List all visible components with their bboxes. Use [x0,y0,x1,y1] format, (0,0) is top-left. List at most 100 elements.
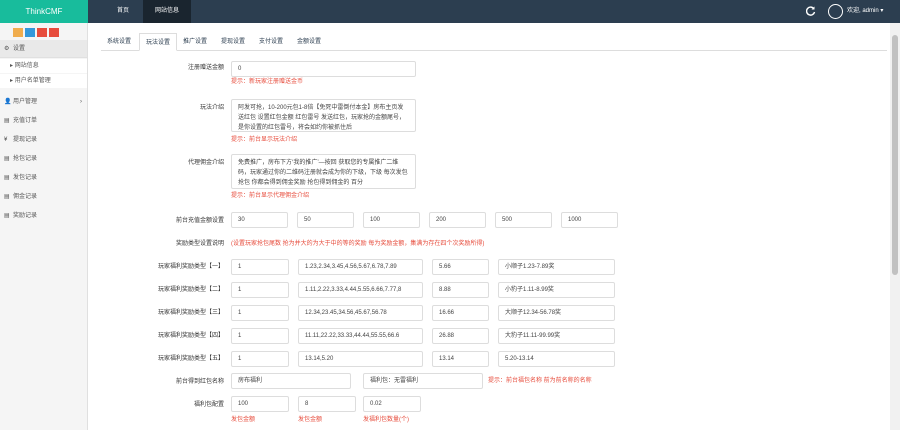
recharge-amount-input-3[interactable]: 200 [429,212,486,228]
recharge-amount-input-5[interactable]: 1000 [561,212,618,228]
recharge-amount-input-1[interactable]: 50 [297,212,354,228]
label-reward-type-3: 玩家福利奖励类型【四】 [157,333,224,339]
register-bonus-input[interactable]: 0 [231,61,416,77]
reward-type-2-input-3[interactable]: 大顺子12.34-56.78奖 [498,305,615,321]
recharge-amount-input-0[interactable]: 30 [231,212,288,228]
scrollbar[interactable] [890,23,900,430]
quick-button-4[interactable] [49,28,59,37]
nav-site-info[interactable]: 网站信息 [143,0,191,23]
sidebar-subitem-user-list[interactable]: ▸ 用户名单管理 [0,74,87,88]
sidebar-item-label: 用户管理 [13,99,38,105]
sidebar-subitem-site-info[interactable]: ▸ 网站信息 [0,59,87,73]
reward-type-1-input-1[interactable]: 1.11,2.22,3.33,4.44,5.55,6.66,7.77,8 [298,282,423,298]
reward-type-0-input-2[interactable]: 5.66 [432,259,489,275]
sidebar-item-label: 设置 [13,46,26,52]
refresh-icon[interactable] [806,6,816,16]
reward-type-3-input-1[interactable]: 11.11,22.22,33.33,44.44,55.55,66.6 [298,328,423,344]
list-icon: ▤ [4,194,10,200]
reward-type-2-input-0[interactable]: 1 [231,305,289,321]
reward-type-4-input-2[interactable]: 13.14 [432,351,489,367]
sidebar-item-2[interactable]: ¥ 提现记录 [0,131,87,149]
reward-type-3-input-3[interactable]: 大豹子11.11-99.99奖 [498,328,615,344]
reward-type-4-input-3[interactable]: 5.20-13.14 [498,351,615,367]
reward-type-0-input-0[interactable]: 1 [231,259,289,275]
yen-icon: ¥ [4,137,8,143]
label-reward-desc: 奖励类型设置说明 [175,241,224,247]
sidebar-item-5[interactable]: ▤ 佣金记录 [0,188,87,206]
recharge-amount-input-2[interactable]: 100 [363,212,420,228]
label-reward-type-1: 玩家福利奖励类型【二】 [157,287,224,293]
user-icon: 👤 [4,99,12,105]
hint-play-intro: 提示：前台显示玩法介绍 [231,137,298,143]
reward-type-3-input-2[interactable]: 26.88 [432,328,489,344]
hint-packet-name: 提示：前台福包名称 前为前名称的名称 [488,378,592,384]
list-icon: ▤ [4,175,10,181]
reward-type-0-input-1[interactable]: 1.23,2.34,3.45,4.56,5.67,6.78,7.89 [298,259,423,275]
sidebar-item-0[interactable]: 👤 用户管理 › [0,93,87,111]
packet-name-input-0[interactable]: 房布福利 [231,373,351,389]
hint-reward-desc: (设置玩家抢包尾数 抢为并大的为大于中的等的奖励 每为奖励金额，集满为存在四个次… [231,241,485,247]
quick-button-2[interactable] [25,28,35,37]
reward-type-1-input-3[interactable]: 小豹子1.11-8.99奖 [498,282,615,298]
reward-type-3-input-0[interactable]: 1 [231,328,289,344]
agent-intro-textarea[interactable]: 免费推广，房布下方‘我的推广’—按回 获取您的专属推广二维码，玩家通过你的二维码… [231,154,416,189]
reward-type-0-input-3[interactable]: 小顺子1.23-7.89奖 [498,259,615,275]
sidebar-item-settings[interactable]: ⚙ 设置 [0,40,87,58]
top-navbar: ThinkCMF 首页 网站信息 欢迎, admin ▾ [0,0,900,23]
quick-button-1[interactable] [13,28,23,37]
list-icon: ▤ [4,213,10,219]
sidebar-item-1[interactable]: ▤ 充值订单 [0,112,87,130]
reward-type-4-input-1[interactable]: 13.14,5.20 [298,351,423,367]
tab-3[interactable]: 提现设置 [215,33,251,51]
hint-welfare-config-1: 发包金额 [298,417,323,423]
reward-type-4-input-0[interactable]: 1 [231,351,289,367]
sidebar-item-6[interactable]: ▤ 奖励记录 [0,207,87,225]
brand-logo[interactable]: ThinkCMF [0,0,88,23]
play-intro-textarea[interactable]: 阿发可抢，10-200元包1-8倍【免死中雷倒付本金】房布主页发送红包 设置红包… [231,99,416,132]
welfare-config-input-2[interactable]: 0.02 [363,396,421,412]
sidebar-item-label: 发包记录 [13,175,38,181]
tab-5[interactable]: 金额设置 [291,33,327,51]
reward-type-2-input-2[interactable]: 16.66 [432,305,489,321]
tab-2[interactable]: 推广设置 [177,33,213,51]
sidebar-item-3[interactable]: ▤ 抢包记录 [0,150,87,168]
nav-home[interactable]: 首页 [103,0,143,23]
hint-register-bonus: 提示：新玩家注册赠送金币 [231,79,304,85]
tab-1[interactable]: 玩法设置 [139,33,177,51]
hint-welfare-config-2: 发福利包数量(个) [363,417,409,423]
packet-name-input-1[interactable]: 福利包：无雷福利 [363,373,483,389]
user-menu[interactable]: 欢迎, admin ▾ [847,0,883,23]
reward-type-2-input-1[interactable]: 12.34,23.45,34.56,45.67,56.78 [298,305,423,321]
tab-4[interactable]: 支付设置 [253,33,289,51]
hint-agent-intro: 提示：前台显示代理佣金介绍 [231,193,310,199]
reward-type-1-input-2[interactable]: 8.88 [432,282,489,298]
welfare-config-input-1[interactable]: 8 [298,396,356,412]
label-reward-type-0: 玩家福利奖励类型【一】 [157,264,224,270]
sidebar-item-label: 佣金记录 [13,194,38,200]
scrollbar-thumb[interactable] [892,35,898,275]
quick-button-3[interactable] [37,28,47,37]
label-reward-type-2: 玩家福利奖励类型【三】 [157,310,224,316]
sidebar-item-label: 提现记录 [13,137,38,143]
tab-0[interactable]: 系统设置 [101,33,137,51]
list-icon: ▤ [4,156,10,162]
sidebar-item-label: 奖励记录 [13,213,38,219]
sidebar-item-label: 抢包记录 [13,156,38,162]
gear-icon: ⚙ [4,46,10,52]
label-recharge-amounts: 前台充值金额设置 [175,218,224,224]
sidebar-item-4[interactable]: ▤ 发包记录 [0,169,87,187]
main-content: 系统设置 玩法设置 推广设置 提现设置 支付设置 金额设置 注册赠送金额 0 提示：新玩家注册… [93,23,890,430]
recharge-amount-input-4[interactable]: 500 [495,212,552,228]
sidebar: ⚙ 设置 ▸ 网站信息 ▸ 用户名单管理 👤 用户管理 › ▤ 充值订单 ¥ 提现记录 ▤ 抢包记… [0,23,88,430]
label-reward-type-4: 玩家福利奖励类型【五】 [157,356,224,362]
label-play-intro: 玩法介绍 [199,105,224,111]
label-register-bonus: 注册赠送金额 [187,65,224,71]
avatar[interactable] [828,4,843,19]
reward-type-1-input-0[interactable]: 1 [231,282,289,298]
sidebar-item-label: 充值订单 [13,118,38,124]
hint-welfare-config-0: 发包金额 [231,417,256,423]
quick-buttons [13,28,61,37]
label-packet-name: 前台得到红包名称 [175,379,224,385]
tab-bar: 系统设置 玩法设置 推广设置 提现设置 支付设置 金额设置 [101,33,887,51]
welfare-config-input-0[interactable]: 100 [231,396,289,412]
